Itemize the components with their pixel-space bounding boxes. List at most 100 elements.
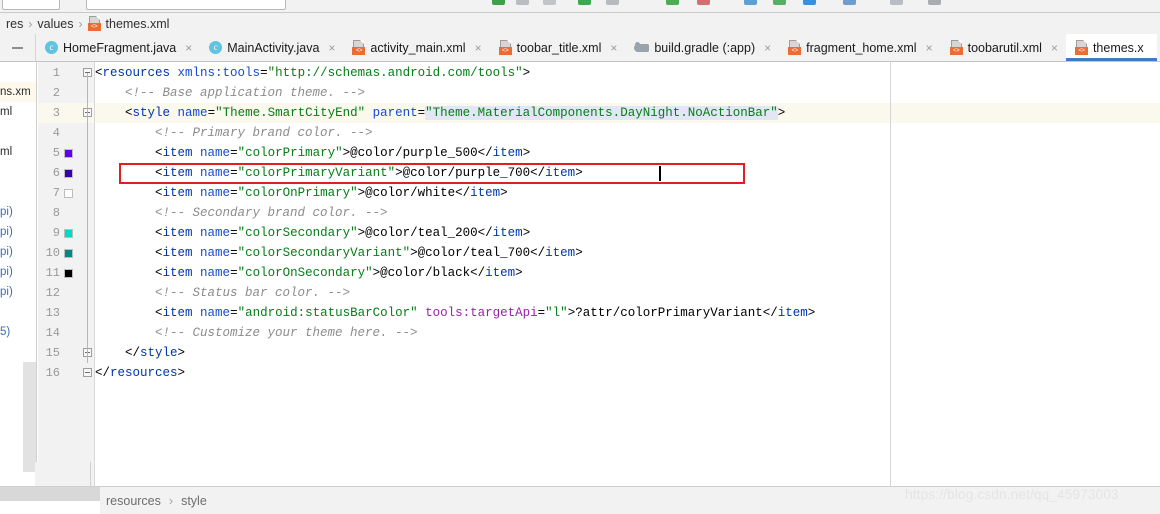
- code-line[interactable]: <item name="colorOnPrimary">@color/white…: [95, 183, 1160, 203]
- code-folding-column[interactable]: [80, 62, 94, 486]
- code-token: "colorPrimary": [238, 146, 343, 160]
- code-token: >: [410, 246, 418, 260]
- tab-homefragment-java[interactable]: c HomeFragment.java ×: [36, 34, 200, 61]
- download-icon[interactable]: [803, 0, 816, 5]
- code-line[interactable]: <item name="colorSecondaryVariant">@colo…: [95, 243, 1160, 263]
- color-swatch[interactable]: [64, 169, 73, 178]
- device-selector[interactable]: [86, 0, 286, 10]
- editor-tab-bar: c HomeFragment.java × c MainActivity.jav…: [0, 34, 1160, 62]
- breadcrumb-left-stub: [0, 487, 100, 514]
- project-tree-row[interactable]: 5): [0, 322, 10, 342]
- tab-label: toobar_title.xml: [517, 41, 609, 55]
- tab-close-icon[interactable]: ×: [326, 42, 337, 54]
- sync-gradle-icon[interactable]: [578, 0, 591, 5]
- code-line[interactable]: <!-- Base application theme. -->: [95, 83, 1160, 103]
- code-line[interactable]: </resources>: [95, 363, 1160, 383]
- code-line[interactable]: <item name="colorPrimary">@color/purple_…: [95, 143, 1160, 163]
- tab-close-icon[interactable]: ×: [473, 42, 484, 54]
- code-token: item: [545, 246, 575, 260]
- code-line[interactable]: <item name="android:statusBarColor" tool…: [95, 303, 1160, 323]
- code-line[interactable]: <item name="colorSecondary">@color/teal_…: [95, 223, 1160, 243]
- breadcrumb-item-values[interactable]: values: [33, 17, 77, 31]
- project-tree-row[interactable]: ml: [0, 142, 12, 162]
- code-content[interactable]: <resources xmlns:tools="http://schemas.a…: [95, 62, 1160, 486]
- code-token: =: [230, 146, 238, 160]
- code-token: tools:targetApi: [425, 306, 538, 320]
- window-icon[interactable]: [890, 0, 903, 5]
- code-line[interactable]: <item name="colorPrimaryVariant">@color/…: [95, 163, 1160, 183]
- search-icon[interactable]: [928, 0, 941, 5]
- code-token: name: [200, 246, 230, 260]
- module-selector[interactable]: [2, 0, 60, 10]
- tab-close-icon[interactable]: ×: [608, 42, 619, 54]
- split-icon[interactable]: [843, 0, 856, 5]
- code-line[interactable]: <!-- Primary brand color. -->: [95, 123, 1160, 143]
- code-token: <: [95, 166, 163, 180]
- layout-inspector-icon[interactable]: [744, 0, 757, 5]
- breadcrumb: res › values › <> themes.xml: [0, 13, 1160, 34]
- run-icon[interactable]: [492, 0, 505, 5]
- line-number: 2: [38, 83, 60, 103]
- tab-fragment-home-xml[interactable]: <> fragment_home.xml ×: [779, 34, 940, 61]
- code-line[interactable]: <resources xmlns:tools="http://schemas.a…: [95, 63, 1160, 83]
- project-tree-row[interactable]: pi): [0, 242, 13, 262]
- code-line[interactable]: </style>: [95, 343, 1160, 363]
- project-tree-row[interactable]: pi): [0, 282, 13, 302]
- debug-icon[interactable]: [516, 0, 529, 5]
- hide-tabs-button[interactable]: [0, 34, 36, 61]
- project-tool-window-clipped[interactable]: ns.xmmlmlpi)pi)pi)pi)pi)5): [0, 62, 37, 486]
- tab-close-icon[interactable]: ×: [183, 42, 194, 54]
- device-file-explorer-icon[interactable]: [773, 0, 786, 5]
- panel-scrollbar[interactable]: [23, 362, 37, 472]
- code-line[interactable]: <!-- Secondary brand color. -->: [95, 203, 1160, 223]
- project-tree-row[interactable]: pi): [0, 222, 13, 242]
- code-token: =: [260, 66, 268, 80]
- tab-themes-xml[interactable]: <> themes.x: [1066, 34, 1157, 61]
- tab-label: fragment_home.xml: [806, 41, 923, 55]
- tab-activity-main-xml[interactable]: <> activity_main.xml ×: [343, 34, 489, 61]
- sdk-manager-icon[interactable]: [666, 0, 679, 5]
- bottom-breadcrumb-style[interactable]: style: [175, 494, 213, 508]
- project-tree-row[interactable]: ml: [0, 102, 12, 122]
- code-token: <!-- Status bar color. -->: [95, 286, 350, 300]
- bottom-breadcrumb-resources[interactable]: resources: [100, 494, 167, 508]
- fold-toggle-icon[interactable]: [83, 368, 92, 377]
- tab-toobar-title-xml[interactable]: <> toobar_title.xml ×: [490, 34, 626, 61]
- color-swatch[interactable]: [64, 229, 73, 238]
- tab-toobarutil-xml[interactable]: <> toobarutil.xml ×: [941, 34, 1066, 61]
- code-token: >: [523, 226, 531, 240]
- code-token: <: [95, 106, 133, 120]
- color-swatch[interactable]: [64, 249, 73, 258]
- tab-mainactivity-java[interactable]: c MainActivity.java ×: [200, 34, 343, 61]
- xml-file-icon: <>: [1075, 40, 1089, 55]
- code-token: @color/black: [380, 266, 470, 280]
- code-token: </: [478, 146, 493, 160]
- color-swatch[interactable]: [64, 149, 73, 158]
- tab-close-icon[interactable]: ×: [924, 42, 935, 54]
- code-line[interactable]: <!-- Status bar color. -->: [95, 283, 1160, 303]
- code-editor[interactable]: ns.xmmlmlpi)pi)pi)pi)pi)5) 1234567891011…: [0, 62, 1160, 486]
- code-token: resources: [110, 366, 178, 380]
- tab-close-icon[interactable]: ×: [762, 42, 773, 54]
- tab-build-gradle-app[interactable]: build.gradle (:app) ×: [625, 34, 779, 61]
- project-tree-row[interactable]: ns.xm: [0, 82, 37, 102]
- color-swatch[interactable]: [64, 189, 73, 198]
- code-line[interactable]: <item name="colorOnSecondary">@color/bla…: [95, 263, 1160, 283]
- project-tree-row[interactable]: pi): [0, 262, 13, 282]
- code-token: >: [343, 146, 351, 160]
- code-line[interactable]: <style name="Theme.SmartCityEnd" parent=…: [95, 103, 1160, 123]
- code-token: "Theme.MaterialComponents.DayNight.NoAct…: [425, 106, 778, 120]
- avd-manager-icon[interactable]: [606, 0, 619, 5]
- color-swatch[interactable]: [64, 269, 73, 278]
- code-line[interactable]: <!-- Customize your theme here. -->: [95, 323, 1160, 343]
- breadcrumb-item-themes-xml[interactable]: themes.xml: [106, 17, 174, 31]
- breadcrumb-item-res[interactable]: res: [2, 17, 27, 31]
- stop-icon[interactable]: [543, 0, 556, 5]
- code-token: item: [163, 146, 193, 160]
- profiler-icon[interactable]: [697, 0, 710, 5]
- tab-close-icon[interactable]: ×: [1049, 42, 1060, 54]
- right-margin-guide: [890, 62, 891, 486]
- project-tree-row[interactable]: pi): [0, 202, 13, 222]
- code-token: name: [200, 186, 230, 200]
- code-token: item: [163, 186, 193, 200]
